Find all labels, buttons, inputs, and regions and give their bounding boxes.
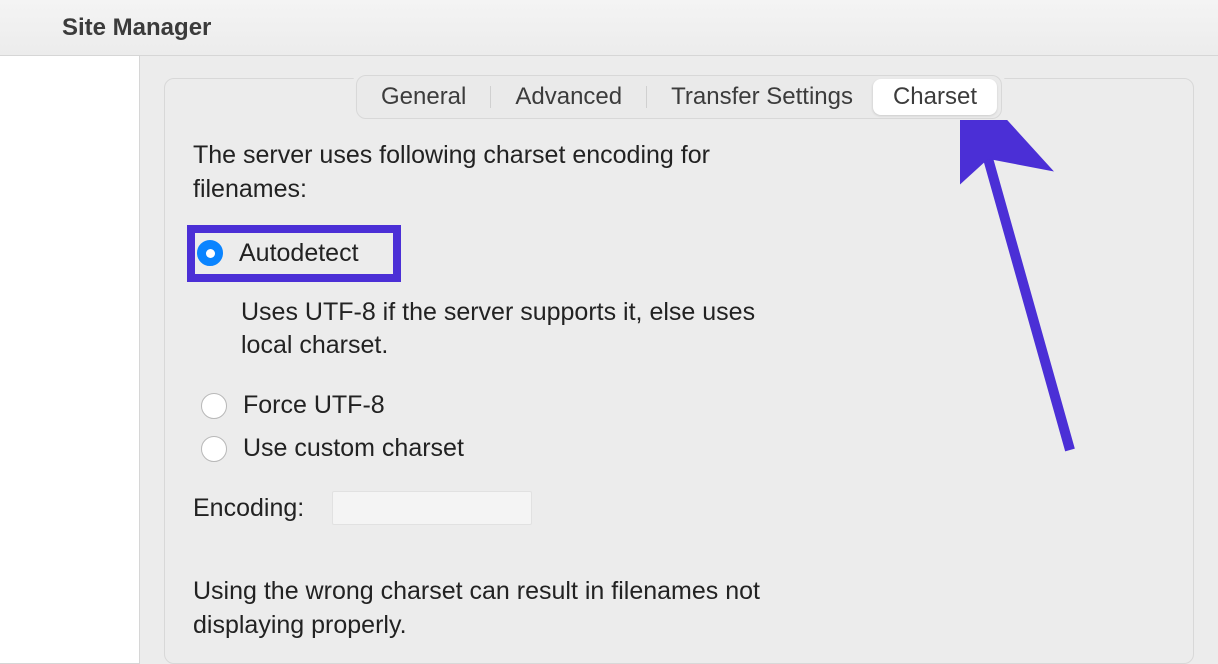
encoding-label: Encoding: [193, 494, 304, 523]
window-titlebar: Site Manager [0, 0, 1218, 56]
tab-advanced[interactable]: Advanced [495, 79, 642, 115]
settings-panel: General Advanced Transfer Settings Chars… [140, 56, 1218, 664]
tab-separator [646, 86, 647, 108]
radio-label-autodetect: Autodetect [239, 239, 359, 268]
charset-options: Autodetect Uses UTF-8 if the server supp… [193, 225, 1165, 464]
charset-warning-text: Using the wrong charset can result in fi… [193, 575, 793, 643]
radio-option-autodetect[interactable]: Autodetect [197, 239, 359, 268]
tab-general[interactable]: General [361, 79, 486, 115]
charset-intro-text: The server uses following charset encodi… [193, 139, 753, 207]
charset-group-box: General Advanced Transfer Settings Chars… [164, 78, 1194, 664]
radio-label-force-utf8: Force UTF-8 [243, 391, 385, 420]
radio-icon [197, 240, 223, 266]
encoding-input[interactable] [332, 491, 532, 525]
radio-icon [201, 393, 227, 419]
content-area: General Advanced Transfer Settings Chars… [0, 56, 1218, 664]
tab-separator [490, 86, 491, 108]
radio-icon [201, 436, 227, 462]
tab-charset[interactable]: Charset [873, 79, 997, 115]
tab-bar: General Advanced Transfer Settings Chars… [356, 75, 1002, 119]
encoding-row: Encoding: [193, 491, 1165, 525]
window-title: Site Manager [62, 14, 211, 42]
radio-option-force-utf8[interactable]: Force UTF-8 [201, 391, 1165, 420]
site-list-pane[interactable] [0, 56, 140, 664]
radio-label-custom-charset: Use custom charset [243, 434, 464, 463]
annotation-highlight-box: Autodetect [187, 225, 401, 282]
tab-transfer-settings[interactable]: Transfer Settings [651, 79, 873, 115]
radio-option-custom-charset[interactable]: Use custom charset [201, 434, 1165, 463]
autodetect-description: Uses UTF-8 if the server supports it, el… [201, 296, 761, 364]
